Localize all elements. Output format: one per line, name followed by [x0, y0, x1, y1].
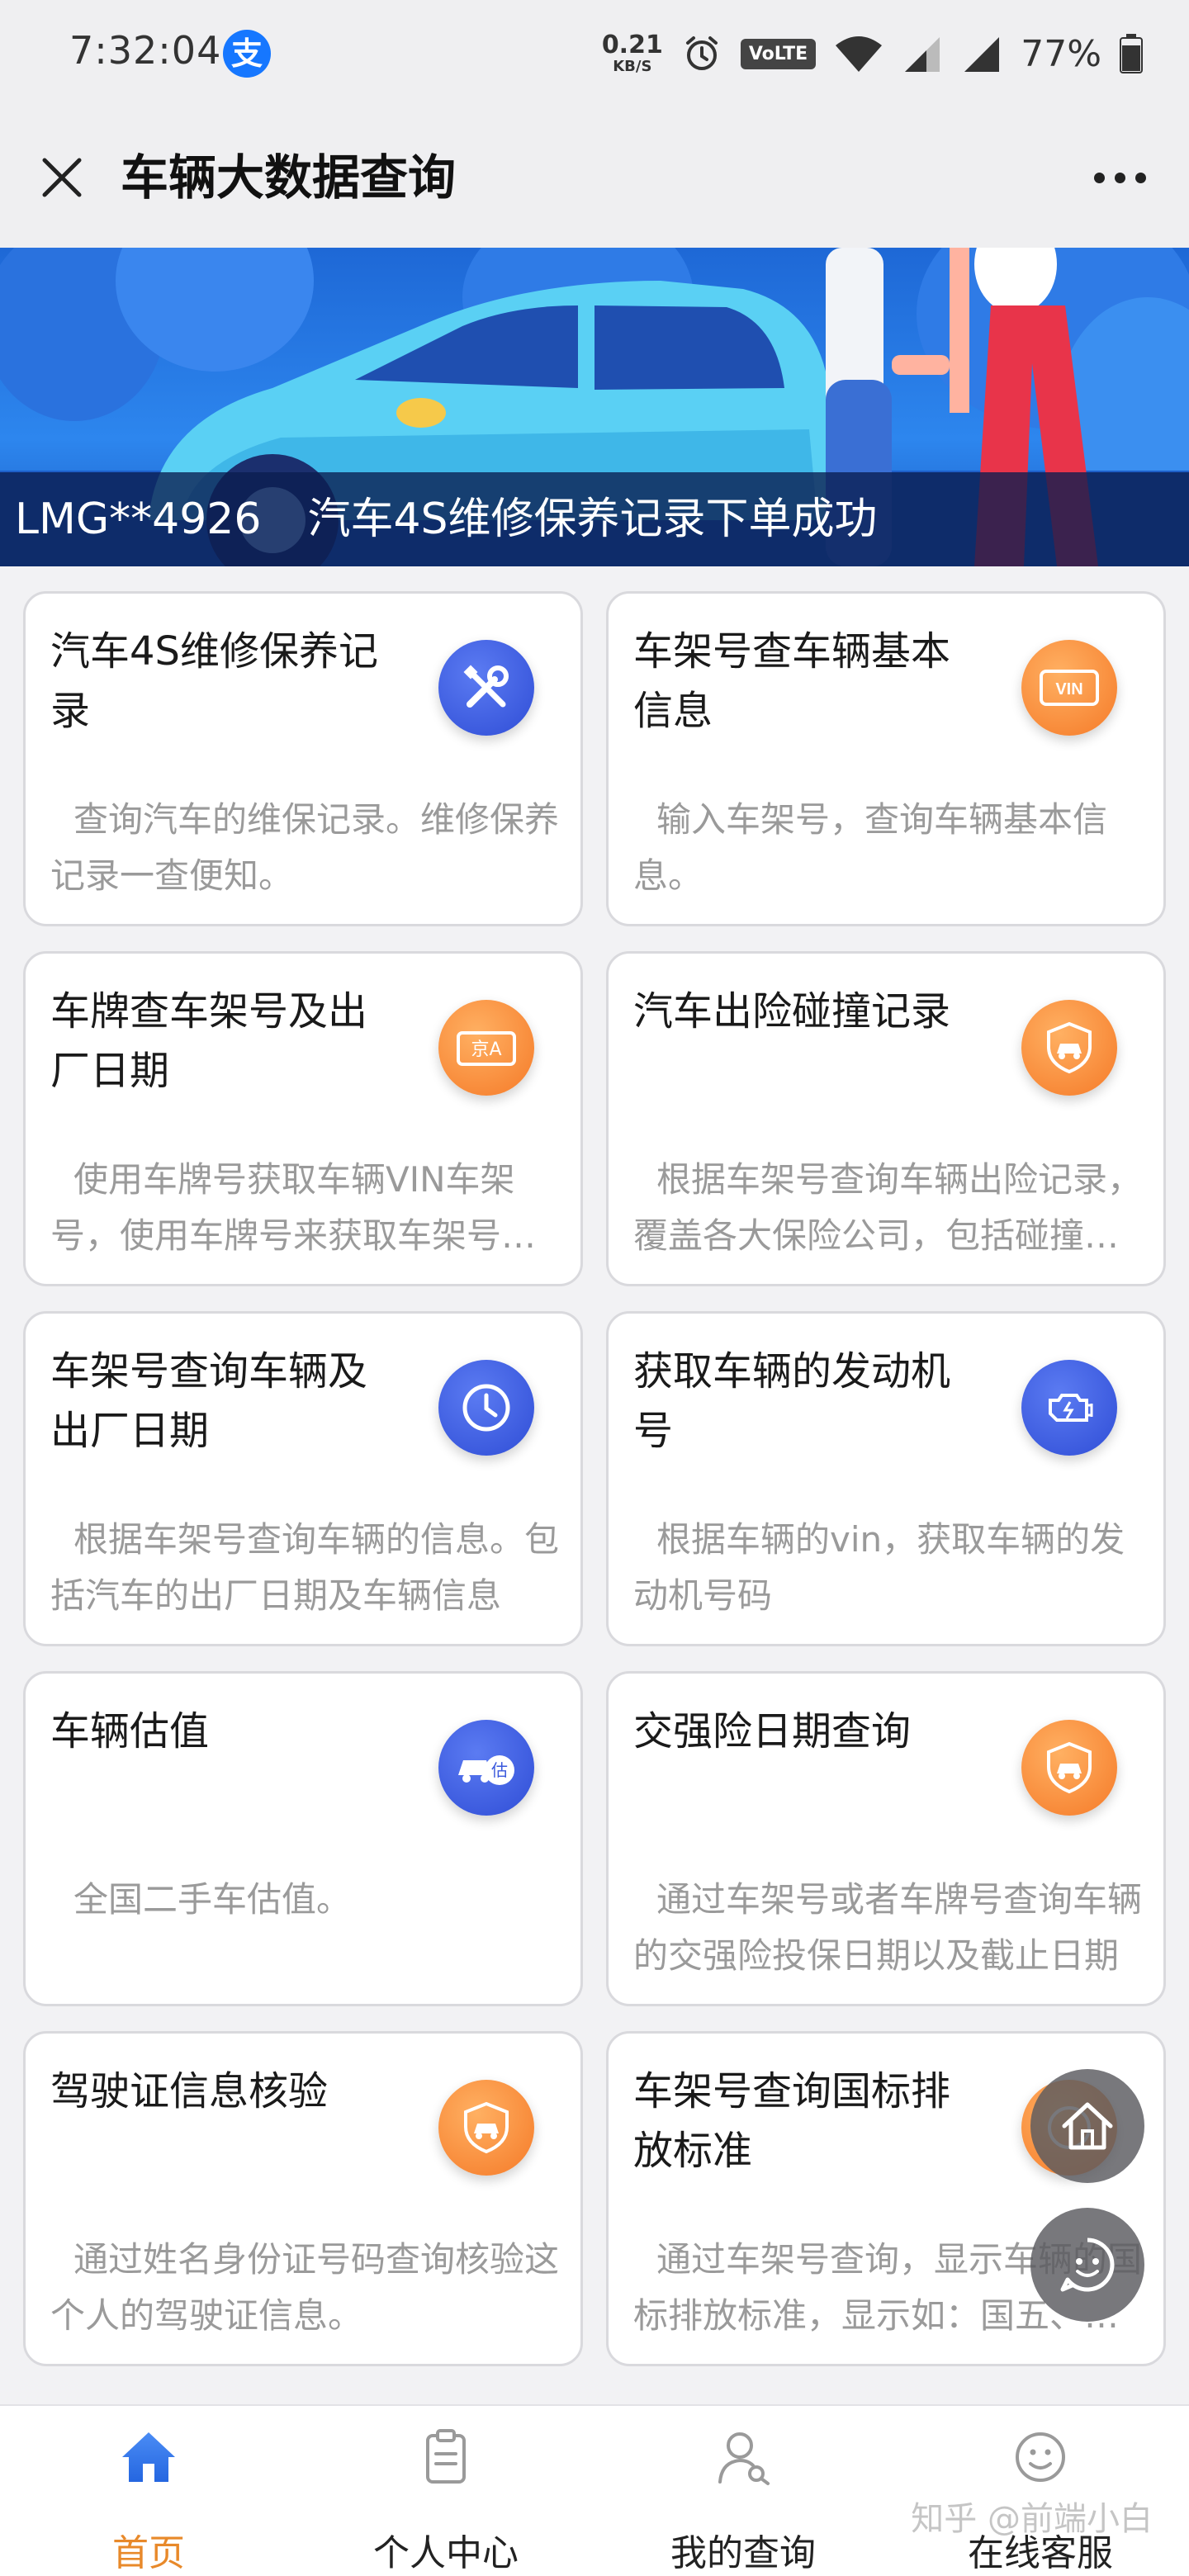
car-valuation-icon: 估 [438, 1720, 534, 1816]
card-description: 通过车架号或者车牌号查询车辆的交强险投保日期以及截止日期 [633, 1879, 1143, 1976]
card-description: 使用车牌号获取车辆VIN车架号，使用车牌号来获取车架号及出厂日期 [50, 1159, 537, 1256]
nav-my-queries[interactable]: 我的查询 [594, 2406, 892, 2576]
service-card-compulsory-insurance[interactable]: 交强险日期查询 通过车架号或者车牌号查询车辆的交强险投保日期以及截止日期 [606, 1671, 1166, 2006]
banner-caption: LMG**4926 汽车4S维修保养记录下单成功 [0, 472, 1189, 566]
more-options-button[interactable] [1080, 149, 1159, 206]
nav-profile[interactable]: 个人中心 [297, 2406, 594, 2576]
more-dot-icon [1135, 172, 1146, 183]
signal-icon-2 [964, 37, 1000, 72]
vin-icon: VIN [1021, 640, 1117, 736]
chat-smiley-icon [1060, 2237, 1115, 2292]
car-shield-icon [1021, 1720, 1117, 1816]
alipay-icon: 支 [223, 30, 271, 78]
card-title: 车辆估值 [50, 1708, 210, 1754]
card-title: 车架号查询车辆及出厂日期 [50, 1348, 368, 1454]
license-plate-icon: 京A [438, 1000, 534, 1096]
card-title: 车架号查车辆基本信息 [633, 628, 951, 734]
banner-plate: LMG**4926 [15, 495, 262, 544]
car-shield-icon [1021, 1000, 1117, 1096]
status-time: 7:32:04 [69, 28, 222, 73]
float-service-button[interactable] [1030, 2208, 1144, 2322]
signal-icon [905, 37, 940, 72]
engine-icon [1021, 1360, 1117, 1456]
wifi-icon [836, 36, 883, 72]
nav-online-service[interactable]: 在线客服 [892, 2406, 1189, 2576]
card-description: 查询汽车的维保记录。维修保养记录一查便知。 [50, 799, 560, 896]
car-shield-icon [438, 2080, 534, 2176]
vin-icon-text: VIN [1055, 680, 1082, 698]
plate-icon-text: 京A [471, 1039, 501, 1060]
close-button[interactable] [33, 149, 91, 206]
watermark: 知乎 @前端小白 [911, 2500, 1153, 2538]
card-title: 汽车出险碰撞记录 [633, 988, 951, 1035]
card-title: 驾驶证信息核验 [50, 2068, 329, 2114]
service-card-license-verify[interactable]: 驾驶证信息核验 通过姓名身份证号码查询核验这个人的驾驶证信息。 [23, 2031, 583, 2366]
nav-home[interactable]: 首页 [0, 2406, 297, 2576]
page-title: 车辆大数据查询 [121, 149, 457, 206]
card-title: 汽车4S维修保养记录 [50, 628, 379, 734]
more-dot-icon [1093, 172, 1105, 183]
card-title: 交强险日期查询 [633, 1708, 912, 1754]
bottom-nav: 首页 个人中心 我的查询 在线客服 [0, 2404, 1189, 2576]
service-card-engine-number[interactable]: 获取车辆的发动机号 根据车辆的vin，获取车辆的发动机号码 [606, 1311, 1166, 1646]
service-card-vin-basic-info[interactable]: 车架号查车辆基本信息 VIN 输入车架号，查询车辆基本信息。 [606, 591, 1166, 926]
card-title: 车牌查车架号及出厂日期 [50, 988, 368, 1094]
home-outline-icon [1062, 2102, 1113, 2150]
close-icon [42, 158, 82, 197]
service-grid: 汽车4S维修保养记录 查询汽车的维保记录。维修保养记录一查便知。 车架号查车辆基… [23, 591, 1166, 2366]
nav-label: 我的查询 [670, 2532, 816, 2574]
alarm-icon [685, 36, 718, 70]
service-card-plate-to-vin[interactable]: 车牌查车架号及出厂日期 京A 使用车牌号获取车辆VIN车架号，使用车牌号来获取车… [23, 951, 583, 1286]
nav-label: 个人中心 [373, 2532, 519, 2574]
net-speed: 0.21 KB/S [601, 31, 663, 75]
service-card-vin-factory-date[interactable]: 车架号查询车辆及出厂日期 根据车架号查询车辆的信息。包括汽车的出厂日期及车辆信息 [23, 1311, 583, 1646]
service-card-accident-record[interactable]: 汽车出险碰撞记录 根据车架号查询车辆出险记录，覆盖各大保险公司，包括碰撞记录 [606, 951, 1166, 1286]
user-search-icon [708, 2424, 778, 2490]
card-description: 输入车架号，查询车辆基本信息。 [633, 799, 1108, 896]
card-title: 车架号查询国标排放标准 [633, 2068, 951, 2174]
wrench-screwdriver-icon [438, 640, 534, 736]
volte-badge: VoLTE [740, 38, 817, 69]
home-icon [114, 2424, 183, 2490]
more-dot-icon [1114, 172, 1125, 183]
status-indicators: 0.21 KB/S VoLTE 77% [602, 25, 1143, 83]
nav-label: 首页 [112, 2532, 185, 2574]
card-description: 全国二手车估值。 [73, 1879, 352, 1920]
clock-icon [438, 1360, 534, 1456]
float-home-button[interactable] [1030, 2069, 1144, 2183]
card-title: 获取车辆的发动机号 [633, 1348, 951, 1454]
card-description: 通过姓名身份证号码查询核验这个人的驾驶证信息。 [50, 2239, 560, 2336]
card-description: 根据车架号查询车辆出险记录，覆盖各大保险公司，包括碰撞记录 [633, 1159, 1143, 1256]
battery-percent: 77% [1021, 32, 1101, 75]
status-bar: 7:32:04 支 0.21 KB/S VoLTE 77% [0, 0, 1189, 107]
title-bar: 车辆大数据查询 [0, 107, 1189, 248]
service-card-4s-maintenance[interactable]: 汽车4S维修保养记录 查询汽车的维保记录。维修保养记录一查便知。 [23, 591, 583, 926]
card-description: 根据车架号查询车辆的信息。包括汽车的出厂日期及车辆信息 [50, 1519, 560, 1616]
card-description: 根据车辆的vin，获取车辆的发动机号码 [633, 1519, 1125, 1616]
service-card-valuation[interactable]: 车辆估值 估 全国二手车估值。 [23, 1671, 583, 2006]
clipboard-icon [411, 2424, 481, 2490]
valuation-icon-text: 估 [491, 1760, 508, 1780]
smiley-icon [1006, 2424, 1075, 2490]
banner-message: 汽车4S维修保养记录下单成功 [307, 495, 878, 544]
battery-icon [1120, 34, 1143, 73]
promo-banner[interactable]: LMG**4926 汽车4S维修保养记录下单成功 [0, 248, 1189, 566]
